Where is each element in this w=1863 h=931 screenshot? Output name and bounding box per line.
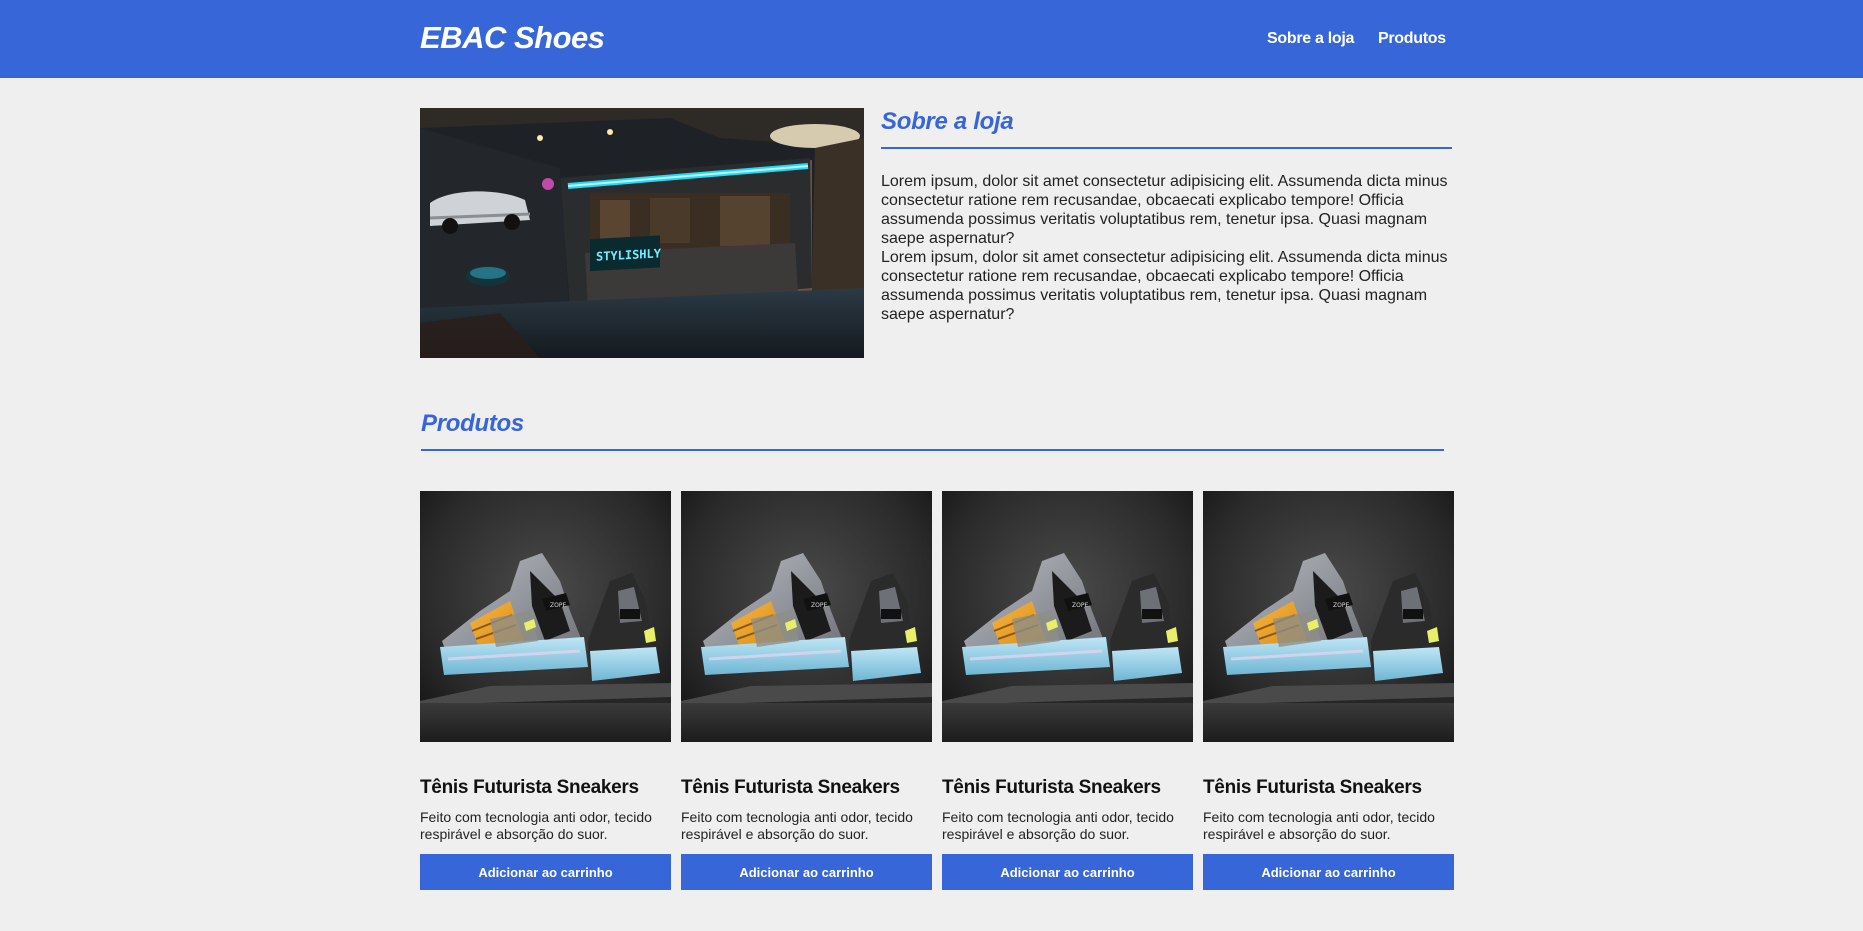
- site-header: EBAC Shoes Sobre a loja Produtos: [0, 0, 1863, 78]
- products-title: Produtos: [421, 410, 524, 437]
- product-card: Tênis Futurista Sneakers Feito com tecno…: [942, 491, 1193, 890]
- product-card: Tênis Futurista Sneakers Feito com tecno…: [1203, 491, 1454, 890]
- add-to-cart-button[interactable]: Adicionar ao carrinho: [942, 854, 1193, 890]
- product-image: [420, 491, 671, 742]
- product-name: Tênis Futurista Sneakers: [681, 777, 900, 798]
- about-paragraph: Lorem ipsum, dolor sit amet consectetur …: [881, 249, 1448, 323]
- product-description: Feito com tecnologia anti odor, tecido r…: [681, 809, 913, 842]
- site-logo[interactable]: EBAC Shoes: [420, 20, 605, 56]
- product-image: [1203, 491, 1454, 742]
- product-name: Tênis Futurista Sneakers: [942, 777, 1161, 798]
- about-title: Sobre a loja: [881, 108, 1014, 135]
- about-paragraph: Lorem ipsum, dolor sit amet consectetur …: [881, 173, 1448, 247]
- product-description: Feito com tecnologia anti odor, tecido r…: [942, 809, 1174, 842]
- product-description: Feito com tecnologia anti odor, tecido r…: [420, 809, 652, 842]
- products-divider: [421, 449, 1444, 451]
- nav-link-products[interactable]: Produtos: [1378, 30, 1446, 48]
- store-photo: STYLISHLY: [420, 108, 864, 358]
- product-image: [942, 491, 1193, 742]
- product-description: Feito com tecnologia anti odor, tecido r…: [1203, 809, 1435, 842]
- add-to-cart-button[interactable]: Adicionar ao carrinho: [681, 854, 932, 890]
- add-to-cart-button[interactable]: Adicionar ao carrinho: [420, 854, 671, 890]
- product-name: Tênis Futurista Sneakers: [420, 777, 639, 798]
- product-card: Tênis Futurista Sneakers Feito com tecno…: [420, 491, 671, 890]
- nav-link-about[interactable]: Sobre a loja: [1267, 30, 1354, 48]
- product-image: [681, 491, 932, 742]
- product-card: Tênis Futurista Sneakers Feito com tecno…: [681, 491, 932, 890]
- about-description: Lorem ipsum, dolor sit amet consectetur …: [881, 172, 1453, 324]
- add-to-cart-button[interactable]: Adicionar ao carrinho: [1203, 854, 1454, 890]
- about-divider: [881, 147, 1452, 149]
- product-name: Tênis Futurista Sneakers: [1203, 777, 1422, 798]
